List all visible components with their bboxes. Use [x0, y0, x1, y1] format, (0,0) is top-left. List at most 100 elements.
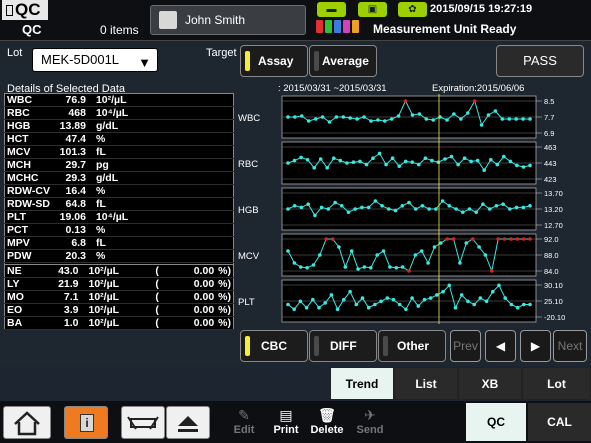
next-button[interactable]: Next — [553, 330, 587, 362]
chart-point-flag — [445, 237, 449, 241]
param-unit: 10⁴/µL — [87, 210, 234, 224]
param-row: PDW 20.3% — [4, 249, 234, 263]
chart-point — [508, 159, 513, 164]
chart-point — [507, 117, 512, 121]
chart-point — [286, 249, 290, 253]
chart-point — [286, 115, 290, 119]
chart-point — [358, 159, 362, 164]
info-icon[interactable]: i — [64, 406, 108, 439]
chart-point — [360, 205, 364, 210]
chart-point — [348, 289, 352, 294]
chart-point — [305, 158, 310, 162]
lot-select[interactable]: MEK-5D001L ▼ — [32, 48, 158, 72]
chart-point-flag — [528, 237, 532, 241]
chart-point — [369, 119, 373, 123]
gear-icon[interactable]: ✿ — [398, 2, 427, 17]
chart-point — [292, 204, 297, 208]
tab-xb[interactable]: XB — [458, 367, 522, 400]
selected-indicator — [245, 51, 250, 71]
chart-point — [326, 207, 331, 211]
chart-point — [298, 265, 303, 269]
chart-point-flag — [324, 237, 328, 241]
pass-button[interactable]: PASS — [496, 45, 584, 77]
date-range: : 2015/03/31 ~2015/03/31 — [278, 83, 387, 94]
chart-tick-label: 84.0 — [544, 267, 559, 276]
cal-mode-button[interactable]: CAL — [528, 403, 591, 441]
chart-tick-label: 25.10 — [544, 297, 563, 306]
chart-point — [343, 265, 348, 269]
chart-param-label: HGB — [238, 205, 259, 216]
chart-point — [484, 299, 489, 304]
chart-point — [369, 266, 373, 270]
chart-point — [487, 207, 492, 211]
trash-icon: 🗑 — [318, 407, 336, 423]
chart-point — [385, 296, 390, 300]
paren-close: %) — [216, 290, 234, 304]
target-average-label: Average — [322, 54, 369, 68]
chart-point — [521, 205, 526, 210]
other-button[interactable]: Other — [378, 330, 446, 362]
tab-list[interactable]: List — [394, 367, 458, 400]
paren-open: ( — [150, 277, 165, 291]
param-name: HGB — [4, 119, 52, 133]
status-text: Measurement Unit Ready — [373, 22, 517, 36]
chart-point — [393, 208, 398, 213]
target-average-button[interactable]: Average — [309, 45, 377, 77]
cbc-button[interactable]: CBC — [240, 330, 308, 362]
chart-point — [351, 160, 356, 164]
delete-button[interactable]: 🗑 Delete — [307, 406, 347, 440]
user-name: John Smith — [185, 13, 246, 27]
chart-tick-label: 7.7 — [544, 113, 554, 122]
sample-tube-icon[interactable] — [121, 406, 165, 439]
item-count: 0 items — [100, 23, 139, 37]
chart-point — [348, 116, 352, 120]
right-arrow-icon[interactable]: ▶ — [520, 330, 551, 362]
diff-value: 21.9 — [44, 277, 81, 291]
chart-point — [515, 163, 519, 168]
diff-row: NE 43.0 10²/µL(0.00%) — [4, 264, 234, 278]
diff-button[interactable]: DIFF — [309, 330, 377, 362]
target-assay-button[interactable]: Assay — [240, 45, 308, 77]
chart-point — [502, 154, 506, 159]
chart-tick-label: 6.9 — [544, 129, 554, 138]
prev-button[interactable]: Prev — [450, 330, 481, 362]
send-button[interactable]: ✈ Send — [350, 406, 390, 440]
param-name: MCV — [4, 145, 52, 159]
chart-point — [317, 305, 321, 310]
chart-point — [298, 299, 303, 304]
chart-point — [400, 265, 405, 269]
user-button[interactable]: John Smith — [150, 5, 306, 35]
diff-value: 43.0 — [44, 264, 81, 278]
edit-button[interactable]: ✎ Edit — [224, 406, 264, 440]
param-value: 29.3 — [51, 171, 88, 185]
chart-point — [304, 305, 309, 310]
home-icon[interactable] — [3, 406, 51, 439]
unselected-indicator — [383, 336, 388, 356]
qc-mode-button[interactable]: QC — [466, 403, 526, 441]
chart-point-flag — [496, 237, 501, 241]
chart-point — [334, 115, 339, 119]
param-row: RBC 468 10⁴/µL — [4, 106, 234, 120]
tab-lot[interactable]: Lot — [522, 367, 591, 400]
tab-trend[interactable]: Trend — [330, 367, 394, 400]
param-unit: g/dL — [87, 119, 234, 133]
chart-point-flag — [502, 237, 507, 241]
chart-point — [346, 210, 351, 214]
param-unit: fL — [87, 145, 234, 159]
print-button[interactable]: ▤ Print — [266, 406, 306, 440]
chart-point — [292, 158, 297, 163]
save-icon[interactable]: ▣ — [358, 2, 387, 17]
trend-charts[interactable]: WBC 8.5 7.7 6.9 RBC 463 443 423 HGB 13.70 13.20 12.… — [236, 94, 587, 324]
chart-point — [474, 210, 478, 214]
lot-label: Lot — [7, 47, 23, 59]
expiration: Expiration:2015/06/06 — [432, 83, 525, 94]
left-arrow-icon[interactable]: ◀ — [485, 330, 516, 362]
chart-point — [431, 118, 435, 122]
chart-point — [472, 302, 476, 307]
chart-point-flag — [509, 237, 513, 241]
eject-icon[interactable] — [166, 406, 210, 439]
folder-icon[interactable]: ▬ — [317, 2, 346, 17]
chart-point — [428, 296, 433, 300]
chart-point — [441, 289, 445, 294]
chart-point — [459, 293, 464, 297]
